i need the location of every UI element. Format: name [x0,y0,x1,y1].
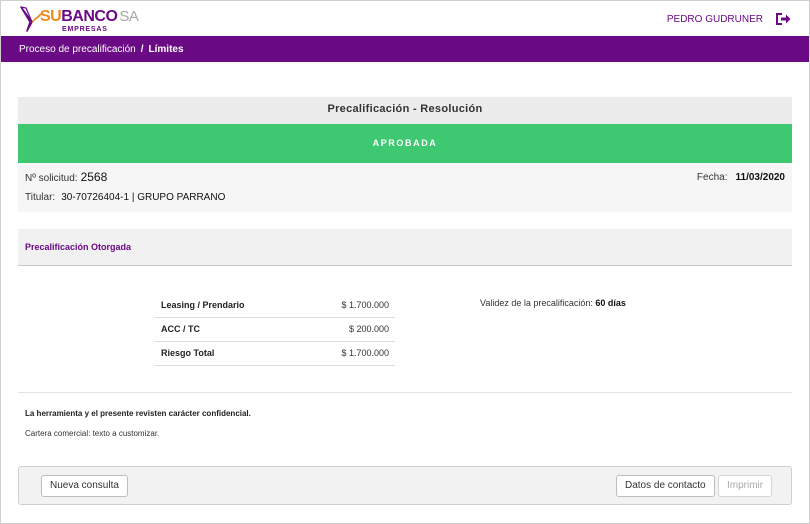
holder-label: Titular: [25,192,56,203]
brand-subtitle: EMPRESAS [62,26,108,33]
table-row: Riesgo Total $ 1.700.000 [155,341,395,366]
confidential-note: La herramienta y el presente revisten ca… [25,409,251,418]
new-query-button[interactable]: Nueva consulta [41,475,128,497]
brand-sa: SA [119,8,139,25]
limit-label: Riesgo Total [155,341,303,366]
print-button[interactable]: Imprimir [718,475,773,497]
status-banner: APROBADA [18,124,792,163]
top-bar: SUBANCO SA EMPRESAS PEDRO GUDRUNER [1,1,809,36]
cartera-note: Cartera comercial: texto a customizar. [25,429,160,438]
limit-label: Leasing / Prendario [155,293,303,318]
brand-name: SUBANCO SA [40,8,139,26]
user-name[interactable]: PEDRO GUDRUNER [667,14,763,25]
contact-data-button[interactable]: Datos de contacto [616,475,715,497]
holder: Titular: 30-70726404-1 | GRUPO PARRANO [25,192,225,203]
divider [18,392,792,393]
table-row: ACC / TC $ 200.000 [155,317,395,342]
validity-label: Validez de la precalificación: [480,298,593,308]
limit-amount: $ 1.700.000 [302,293,395,318]
action-bar: Nueva consulta Datos de contacto Imprimi… [18,466,792,505]
date-value: 11/03/2020 [735,172,786,183]
section-title: Precalificación Otorgada [25,242,132,252]
validity-text: Validez de la precalificación: 60 días [480,298,626,308]
section-header: Precalificación Otorgada [18,229,792,266]
request-number-label: Nº solicitud: [25,173,78,184]
breadcrumb-parent[interactable]: Proceso de precalificación [19,44,136,55]
date-label: Fecha: [696,172,728,183]
request-number: Nº solicitud: 2568 [25,170,107,184]
limit-label: ACC / TC [155,317,303,342]
breadcrumb-current: Límites [148,44,184,55]
breadcrumb: Proceso de precalificación / Límites [19,44,184,55]
breadcrumb-separator: / [140,44,144,55]
request-number-value: 2568 [80,170,108,184]
holder-value: 30-70726404-1 | GRUPO PARRANO [61,192,226,203]
subanco-logo[interactable]: SUBANCO SA EMPRESAS [19,5,139,35]
panel-title: Precalificación - Resolución [18,97,792,124]
validity-value: 60 días [595,298,626,308]
limit-amount: $ 1.700.000 [302,341,395,366]
request-date: Fecha: 11/03/2020 [697,172,785,183]
nav-bar: Proceso de precalificación / Límites [1,36,809,62]
limit-amount: $ 200.000 [302,317,395,342]
brand-su: SU [40,8,62,25]
limits-table: Leasing / Prendario $ 1.700.000 ACC / TC… [155,293,395,366]
request-info: Nº solicitud: 2568 Titular: 30-70726404-1 … [18,163,792,212]
logout-icon[interactable] [775,12,791,26]
table-row: Leasing / Prendario $ 1.700.000 [155,293,395,318]
brand-banco: BANCO [61,8,118,25]
